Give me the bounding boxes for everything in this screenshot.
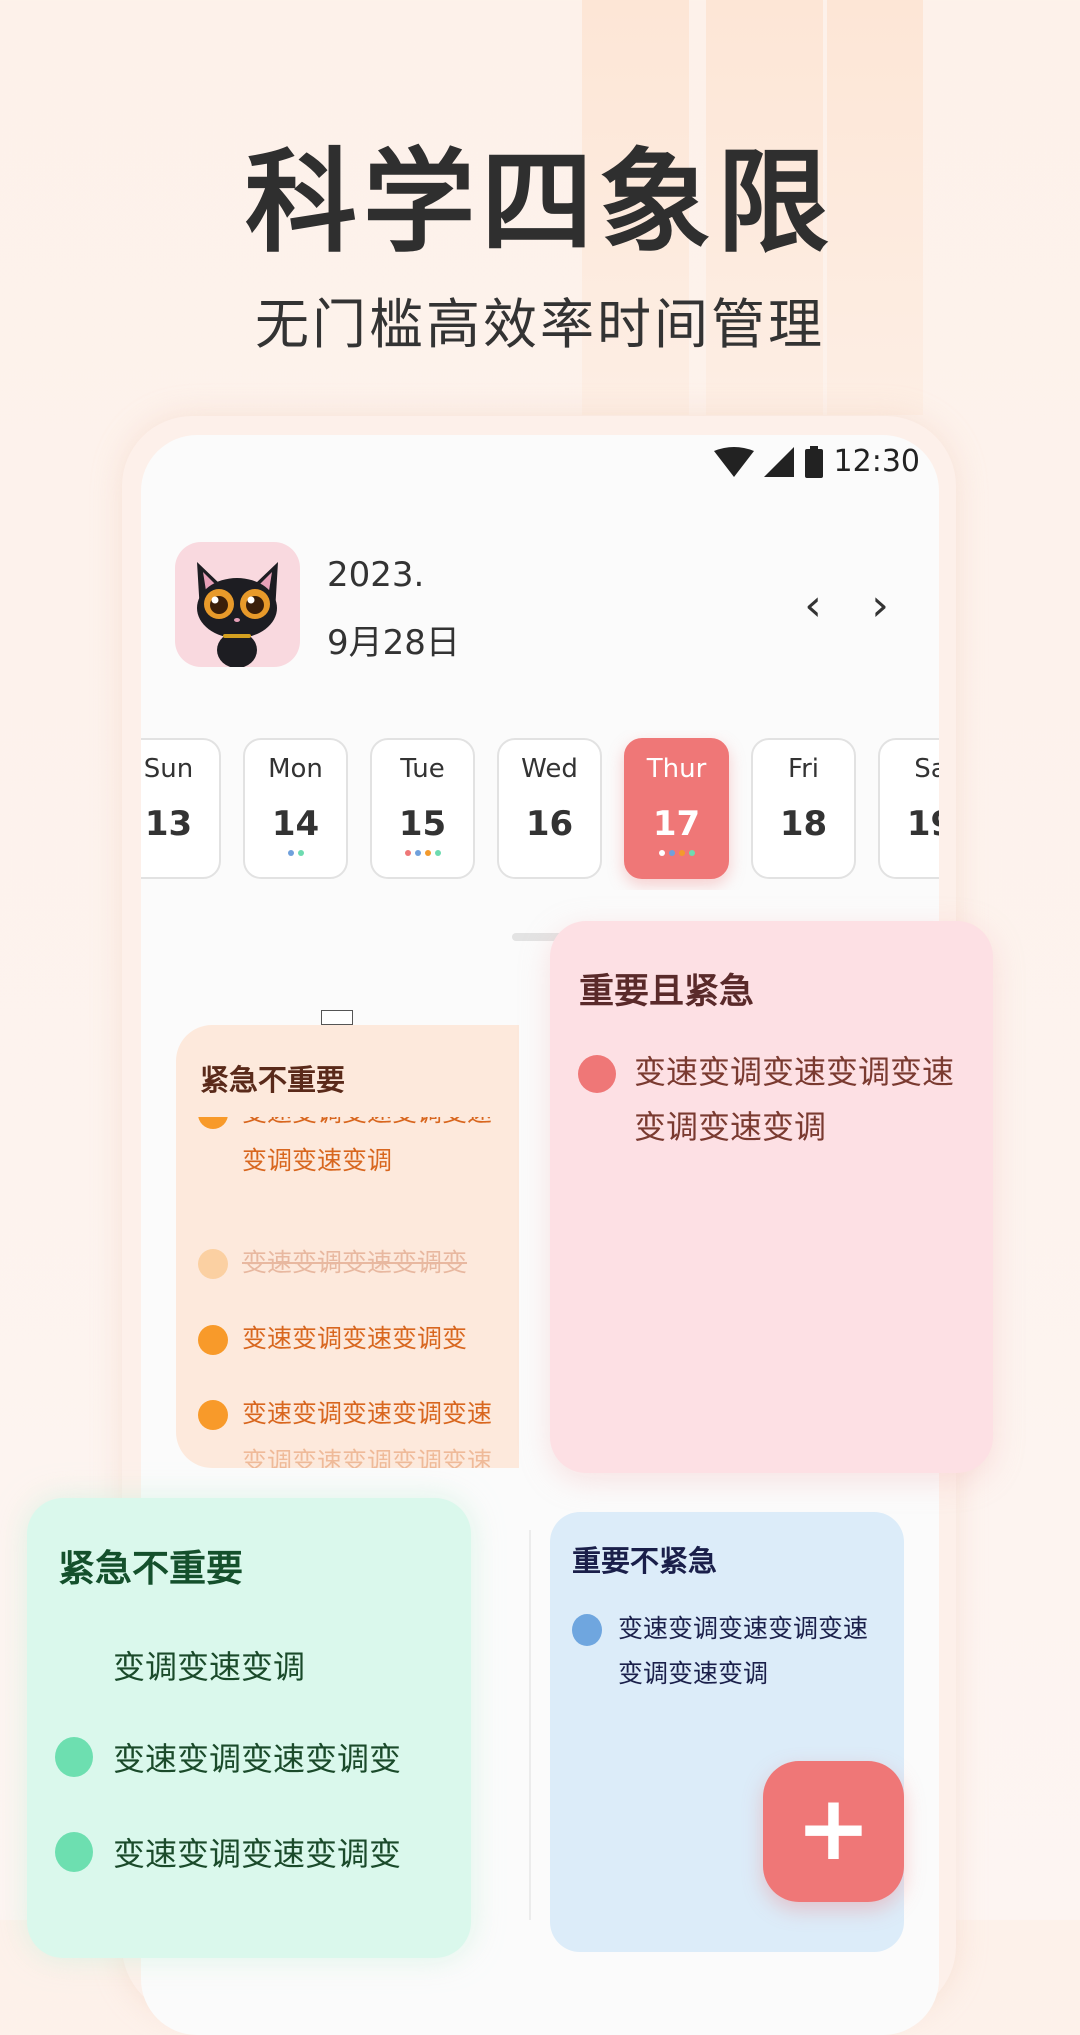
- day-name: Tue: [400, 754, 445, 784]
- day-number: 15: [398, 804, 447, 844]
- task-dot: [688, 850, 695, 856]
- signal-icon: [763, 446, 794, 477]
- task-text: 变速变调变速变调变: [113, 1740, 402, 1778]
- quadrant-urgent-not-important-green[interactable]: 紧急不重要 变调变速变调 变速变调变速变调变 变速变调变速变调变: [27, 1498, 471, 1958]
- day-card-mon[interactable]: Mon 14: [243, 738, 348, 879]
- header-date: 9月28日: [327, 623, 460, 663]
- week-strip: Sun 13 Mon 14 Tue 15 Wed 16 Thur 17 Fri 18 Sa 19: [141, 730, 939, 890]
- task-item[interactable]: 变速变调变速变调变: [198, 1319, 467, 1363]
- task-text: 变调变速变调: [242, 1146, 393, 1175]
- task-text: 变速变调变速变调变: [242, 1324, 468, 1353]
- task-item[interactable]: 变速变调变速变调变: [198, 1243, 467, 1287]
- day-name: Fri: [788, 754, 819, 784]
- priority-dot-icon: [198, 1400, 228, 1430]
- task-text: 变调变速变调: [618, 1659, 769, 1688]
- day-card-wed[interactable]: Wed 16: [497, 738, 602, 879]
- avatar[interactable]: [175, 542, 300, 667]
- battery-icon: [804, 445, 823, 478]
- priority-dot-icon: [198, 1325, 228, 1355]
- task-dots: [626, 850, 727, 856]
- task-dot: [668, 850, 675, 856]
- task-dot: [414, 850, 421, 856]
- add-task-button[interactable]: +: [763, 1761, 904, 1902]
- task-item[interactable]: 变速变调变速变调变速 变调变速变调: [578, 1053, 954, 1155]
- task-text: 变速变调变速变调变速: [634, 1053, 955, 1091]
- wifi-icon: [713, 446, 754, 477]
- day-name: Mon: [268, 754, 323, 784]
- black-cat-avatar-icon: [197, 562, 278, 667]
- day-card-sun[interactable]: Sun 13: [141, 738, 221, 879]
- task-item[interactable]: 变速变调变速变调变速 变调变速变调: [572, 1612, 868, 1696]
- task-item[interactable]: 变速变调变速变调变速 变调变速变调: [198, 1117, 492, 1185]
- task-text: 变速变调变速变调变: [113, 1835, 402, 1873]
- task-text: 变调变速变调: [634, 1108, 827, 1146]
- priority-dot-icon: [55, 1737, 93, 1777]
- status-bar: 12:30: [713, 444, 920, 479]
- priority-dot-icon: [198, 1249, 228, 1279]
- task-dot: [434, 850, 441, 856]
- day-number: 16: [525, 804, 574, 844]
- priority-dot-icon: [572, 1614, 602, 1646]
- task-text: 变调变速变调变调变速: [242, 1447, 493, 1468]
- task-dot: [678, 850, 685, 856]
- task-text: 变速变调变速变调变速: [242, 1117, 492, 1137]
- task-dot: [287, 850, 294, 856]
- task-item[interactable]: 变速变调变速变调变: [55, 1734, 401, 1780]
- headline-title: 科学四象限: [245, 138, 835, 268]
- day-card-fri[interactable]: Fri 18: [751, 738, 856, 879]
- day-number: 13: [144, 804, 193, 844]
- day-number: 19: [906, 804, 939, 844]
- quadrant-title: 重要且紧急: [579, 972, 755, 1012]
- task-text: 变速变调变速变调变速: [242, 1399, 493, 1428]
- task-dot: [658, 850, 665, 856]
- priority-dot-icon: [198, 1117, 228, 1129]
- next-arrow-icon[interactable]: ›: [860, 580, 900, 631]
- task-dots: [372, 850, 473, 856]
- task-dots: [245, 850, 346, 856]
- task-item[interactable]: 变速变调变速变调变速 变调变速变调变调变速: [198, 1394, 492, 1468]
- day-name: Sa: [914, 754, 939, 784]
- status-time: 12:30: [833, 444, 920, 479]
- task-dot: [404, 850, 411, 856]
- quadrant-title: 紧急不重要: [58, 1547, 243, 1590]
- task-dot: [297, 850, 304, 856]
- quadrant-title: 紧急不重要: [200, 1063, 346, 1097]
- quadrant-title: 重要不紧急: [572, 1544, 718, 1578]
- day-number: 17: [652, 804, 701, 844]
- quadrant-urgent-not-important-orange[interactable]: 紧急不重要 变速变调变速变调变速 变调变速变调 变速变调变速变调变 变速变调变速…: [176, 1025, 519, 1468]
- headline-subtitle: 无门槛高效率时间管理: [255, 293, 825, 356]
- day-card-sa[interactable]: Sa 19: [878, 738, 939, 879]
- small-marker: [321, 1010, 353, 1025]
- header-year: 2023.: [327, 555, 425, 595]
- task-dot: [424, 850, 431, 856]
- priority-dot-icon: [578, 1055, 616, 1093]
- task-text: 变速变调变速变调变速: [618, 1614, 869, 1643]
- task-item[interactable]: 变速变调变速变调变: [55, 1829, 401, 1875]
- task-text: 变速变调变速变调变: [242, 1248, 468, 1277]
- task-text[interactable]: 变调变速变调: [113, 1642, 305, 1688]
- day-number: 14: [271, 804, 320, 844]
- day-card-tue[interactable]: Tue 15: [370, 738, 475, 879]
- task-list: 变速变调变速变调变速 变调变速变调 变速变调变速变调变 变速变调变速变调变 变速…: [176, 1117, 519, 1468]
- day-number: 18: [779, 804, 828, 844]
- day-card-thur[interactable]: Thur 17: [624, 738, 729, 879]
- priority-dot-icon: [55, 1832, 93, 1872]
- day-name: Wed: [521, 754, 578, 784]
- quadrant-urgent-important[interactable]: 重要且紧急 变速变调变速变调变速 变调变速变调: [550, 921, 993, 1473]
- prev-arrow-icon[interactable]: ‹: [793, 580, 833, 631]
- divider: [529, 1530, 531, 1920]
- day-name: Thur: [646, 754, 707, 784]
- day-name: Sun: [143, 754, 194, 784]
